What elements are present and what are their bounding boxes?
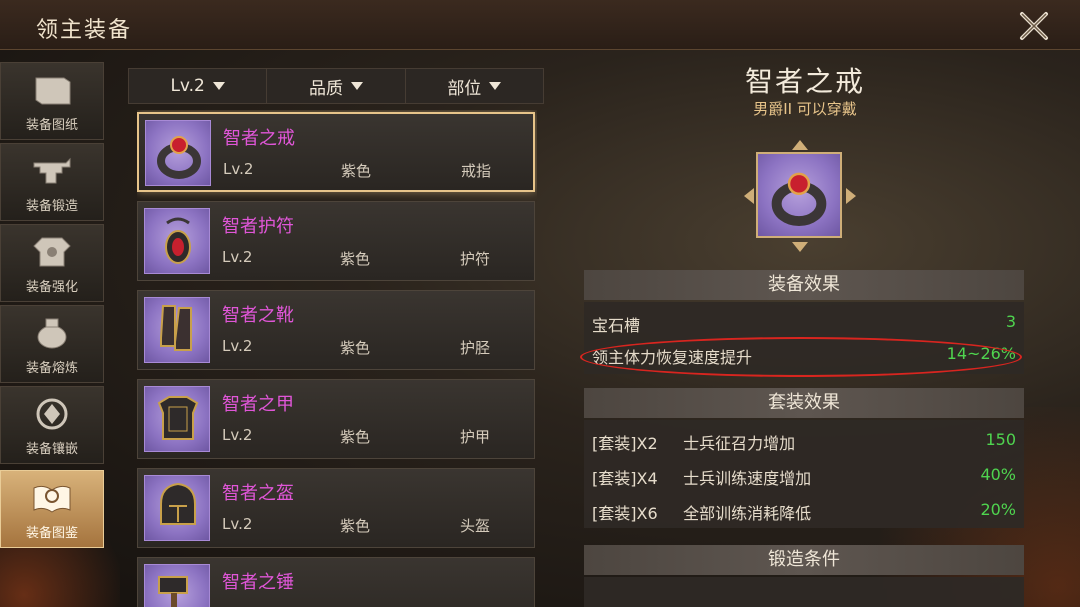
item-name: 智者之盔	[222, 483, 294, 504]
effect-value: 3	[1005, 312, 1016, 331]
ring-icon	[145, 120, 211, 186]
close-icon	[1020, 12, 1048, 40]
page-title: 领主装备	[36, 18, 133, 43]
set-label: 士兵训练速度增加	[683, 469, 812, 488]
list-item[interactable]: 智者之甲 Lv.2 紫色 护甲	[137, 379, 535, 459]
item-quality: 紫色	[340, 428, 371, 446]
caret-down-icon	[489, 82, 502, 90]
armor-upgrade-icon	[29, 232, 75, 272]
anvil-icon	[29, 151, 75, 191]
sidebar-item-label: 装备镶嵌	[25, 442, 78, 457]
item-quality: 紫色	[340, 250, 371, 268]
set-effect-body: [套装]X2 士兵征召力增加 150 [套装]X4 士兵训练速度增加 40% […	[584, 420, 1024, 528]
ring-icon	[756, 152, 842, 238]
item-name: 智者之甲	[222, 394, 294, 415]
sidebar-item-enhance[interactable]: 装备强化	[0, 224, 104, 302]
top-bar: 领主装备	[0, 0, 1080, 50]
caret-down-icon	[350, 82, 363, 90]
item-slot: 护甲	[460, 428, 491, 446]
filter-slot[interactable]: 部位	[406, 69, 543, 103]
set-label: 全部训练消耗降低	[683, 504, 812, 523]
gem-socket-icon	[29, 394, 75, 434]
effect-label: 宝石槽	[592, 316, 641, 335]
filter-level-label: Lv.2	[170, 76, 205, 96]
item-level: Lv.2	[222, 337, 253, 355]
filter-quality[interactable]: 品质	[267, 69, 406, 103]
filter-slot-label: 部位	[447, 78, 482, 99]
cauldron-icon	[29, 313, 75, 353]
detail-title: 智者之戒	[744, 65, 865, 98]
sidebar-item-label: 装备强化	[25, 280, 78, 295]
sidebar-item-smelt[interactable]: 装备熔炼	[0, 305, 104, 383]
item-level: Lv.2	[222, 248, 253, 266]
filter-bar: Lv.2 品质 部位	[128, 68, 544, 104]
sidebar-item-label: 装备锻造	[25, 199, 78, 214]
item-slot: 护胫	[460, 339, 491, 357]
set-value: 40%	[980, 465, 1016, 484]
scroll-icon	[29, 70, 75, 110]
item-quality: 紫色	[341, 162, 372, 180]
effect-row: 宝石槽 3	[592, 312, 1016, 336]
caret-down-icon	[212, 82, 225, 90]
equipment-list: 智者之戒 Lv.2 紫色 戒指 智者护符 Lv.2 紫色 护符 智者之靴 Lv.…	[137, 110, 537, 607]
set-tag: [套装]X2	[592, 434, 658, 453]
list-item[interactable]: 智者护符 Lv.2 紫色 护符	[137, 201, 535, 281]
sidebar-item-forge[interactable]: 装备锻造	[0, 143, 104, 221]
item-level: Lv.2	[223, 160, 254, 178]
helmet-icon	[144, 475, 210, 541]
item-quality: 紫色	[340, 339, 371, 357]
equip-effect-header: 装备效果	[584, 270, 1024, 300]
armor-icon	[144, 386, 210, 452]
codex-book-icon	[29, 478, 75, 518]
detail-item-frame	[744, 140, 856, 252]
sidebar-item-label: 装备图纸	[25, 118, 78, 133]
close-button[interactable]	[1018, 10, 1050, 42]
red-highlight-annotation	[580, 337, 1022, 377]
filter-level[interactable]: Lv.2	[129, 69, 268, 103]
amulet-icon	[144, 208, 210, 274]
item-slot: 戒指	[461, 162, 492, 180]
item-quality: 紫色	[340, 517, 371, 535]
item-name: 智者之靴	[222, 305, 294, 326]
list-item[interactable]: 智者之戒 Lv.2 紫色 戒指	[137, 112, 535, 192]
item-name: 智者护符	[222, 216, 294, 237]
item-slot: 头盔	[460, 517, 491, 535]
item-name: 智者之锤	[222, 572, 294, 593]
sidebar-item-blueprints[interactable]: 装备图纸	[0, 62, 104, 140]
sidebar-item-label: 装备熔炼	[25, 361, 78, 376]
boots-icon	[144, 297, 210, 363]
item-level: Lv.2	[222, 515, 253, 533]
forge-condition-header: 锻造条件	[584, 545, 1024, 575]
set-value: 20%	[980, 500, 1016, 519]
set-label: 士兵征召力增加	[683, 434, 796, 453]
set-effect-header: 套装效果	[584, 388, 1024, 418]
sidebar-item-label: 装备图鉴	[25, 526, 78, 541]
item-level: Lv.2	[222, 426, 253, 444]
list-item[interactable]: 智者之盔 Lv.2 紫色 头盔	[137, 468, 535, 548]
set-tag: [套装]X4	[592, 469, 658, 488]
list-item[interactable]: 智者之锤	[137, 557, 535, 607]
forge-condition-body	[584, 577, 1024, 607]
set-row: [套装]X4 士兵训练速度增加 40%	[592, 465, 1016, 489]
set-row: [套装]X6 全部训练消耗降低 20%	[592, 500, 1016, 524]
sidebar-item-codex[interactable]: 装备图鉴	[0, 470, 104, 548]
sidebar: 装备图纸 装备锻造 装备强化 装备熔炼 装备镶嵌 装备图鉴	[0, 62, 104, 607]
list-item[interactable]: 智者之靴 Lv.2 紫色 护胫	[137, 290, 535, 370]
set-row: [套装]X2 士兵征召力增加 150	[592, 430, 1016, 454]
sidebar-item-inlay[interactable]: 装备镶嵌	[0, 386, 104, 464]
item-slot: 护符	[460, 250, 491, 268]
set-value: 150	[985, 430, 1016, 449]
detail-requirement: 男爵II 可以穿戴	[753, 100, 857, 118]
hammer-icon	[144, 564, 210, 607]
filter-quality-label: 品质	[308, 78, 343, 99]
set-tag: [套装]X6	[592, 504, 658, 523]
item-name: 智者之戒	[223, 128, 295, 149]
